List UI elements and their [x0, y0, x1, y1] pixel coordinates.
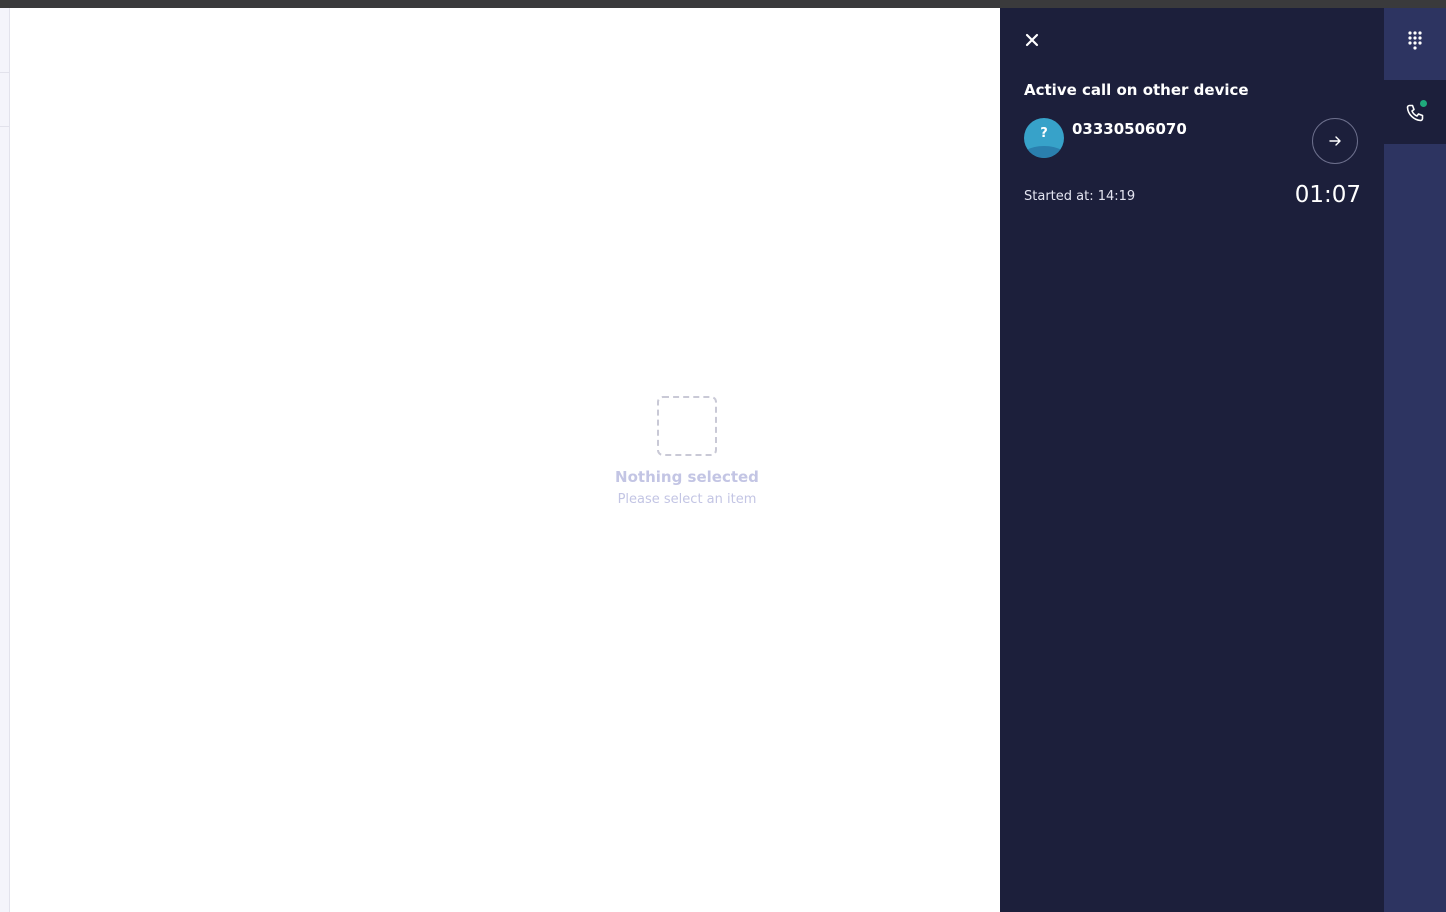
dialpad-icon: [1408, 31, 1422, 50]
left-sidebar-edge: [0, 8, 10, 912]
empty-state-title: Nothing selected: [615, 468, 759, 486]
avatar-unknown-mark: ?: [1040, 126, 1048, 141]
call-status-dot: [1420, 100, 1427, 107]
sidebar-divider: [0, 72, 9, 73]
panel-title: Active call on other device: [1024, 81, 1249, 99]
sidebar-divider: [0, 126, 9, 127]
right-icon-rail: [1384, 8, 1446, 912]
empty-state: Nothing selected Please select an item: [587, 396, 787, 507]
main-content-area: [10, 8, 1000, 912]
close-icon: [1025, 33, 1039, 47]
call-duration: 01:07: [1294, 182, 1361, 208]
avatar-wave: [1024, 146, 1064, 158]
dialpad-button[interactable]: [1384, 8, 1446, 72]
take-over-call-button[interactable]: [1312, 118, 1358, 164]
close-button[interactable]: [1020, 28, 1044, 52]
empty-state-subtitle: Please select an item: [617, 492, 757, 507]
caller-number: 03330506070: [1072, 120, 1187, 138]
active-call-tab[interactable]: [1384, 80, 1446, 144]
call-start-time: Started at: 14:19: [1024, 189, 1136, 204]
active-call-panel: Active call on other device ? 0333050607…: [1000, 8, 1384, 912]
caller-avatar: ?: [1024, 118, 1064, 158]
empty-placeholder-icon: [657, 396, 717, 456]
window-top-bar: [0, 0, 1446, 8]
arrow-right-icon: [1329, 136, 1341, 146]
